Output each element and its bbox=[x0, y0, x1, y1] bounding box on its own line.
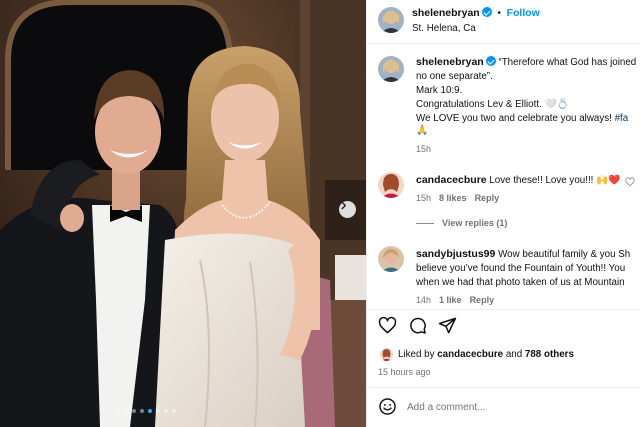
carousel-dot bbox=[164, 409, 168, 413]
carousel-dot bbox=[156, 409, 160, 413]
wedding-photo-image bbox=[0, 0, 366, 427]
comment-box-divider bbox=[367, 387, 640, 388]
view-replies-label: View replies (1) bbox=[442, 218, 508, 228]
comment-2-likes[interactable]: 1 like bbox=[439, 295, 462, 305]
carousel-dot bbox=[132, 409, 136, 413]
comment-1-meta: 15h 8 likes Reply bbox=[416, 192, 499, 205]
comment-1-username[interactable]: candacecbure bbox=[416, 174, 487, 186]
author-username[interactable]: shelenebryan bbox=[412, 7, 480, 19]
location-link[interactable]: St. Helena, Ca bbox=[412, 22, 476, 35]
commenter-avatar[interactable] bbox=[378, 246, 404, 272]
next-photo-button[interactable] bbox=[339, 201, 356, 218]
carousel-indicator bbox=[116, 409, 176, 413]
chevron-right-icon bbox=[341, 201, 347, 210]
carousel-dot bbox=[116, 409, 120, 413]
caption-text-6: 🙏 bbox=[416, 125, 429, 136]
caption-time: 15h bbox=[416, 144, 432, 154]
comment-1-time: 15h bbox=[416, 193, 432, 203]
commenter-avatar[interactable] bbox=[378, 172, 404, 198]
share-send-icon[interactable] bbox=[438, 316, 457, 335]
actions-divider bbox=[367, 309, 640, 310]
author-avatar[interactable] bbox=[378, 7, 404, 33]
view-replies-line bbox=[416, 223, 434, 225]
post-photo[interactable] bbox=[0, 0, 366, 427]
caption-text-2: no one separate”. bbox=[416, 71, 493, 82]
verified-badge-icon bbox=[481, 7, 492, 17]
add-comment-input[interactable] bbox=[407, 398, 627, 416]
comment-2-text-3: when we had that photo taken of us at Mo… bbox=[416, 277, 625, 288]
comment-2-text-1: Wow beautiful family & you Sh bbox=[498, 249, 631, 260]
likes-prefix: Liked by bbox=[398, 349, 438, 360]
header-name-row: shelenebryan • Follow bbox=[412, 7, 540, 20]
carousel-dot bbox=[148, 409, 152, 413]
comment-2-time: 14h bbox=[416, 295, 432, 305]
caption-hashtag[interactable]: #fa bbox=[615, 113, 629, 124]
view-replies-button[interactable]: View replies (1) bbox=[416, 217, 507, 230]
carousel-dot bbox=[172, 409, 176, 413]
follow-button[interactable]: Follow bbox=[507, 7, 540, 19]
caption-text-5: We LOVE you two and celebrate you always… bbox=[416, 113, 615, 124]
carousel-dot bbox=[140, 409, 144, 413]
separator-dot: • bbox=[497, 8, 501, 19]
comment-2-username[interactable]: sandybjustus99 bbox=[416, 248, 495, 260]
post-header: shelenebryan • Follow St. Helena, Ca bbox=[367, 0, 640, 44]
liker-avatar[interactable] bbox=[380, 348, 393, 361]
caption-username[interactable]: shelenebryan bbox=[416, 56, 484, 68]
carousel-dot bbox=[124, 409, 128, 413]
comment-bubble-icon[interactable] bbox=[408, 316, 427, 335]
likes-user[interactable]: candacecbure bbox=[437, 349, 503, 360]
caption-author-avatar[interactable] bbox=[378, 56, 404, 82]
caption-text-4: Congratulations Lev & Elliott. 🤍💍 bbox=[416, 99, 569, 110]
likes-others[interactable]: 788 others bbox=[525, 349, 574, 360]
verified-badge-icon bbox=[485, 56, 496, 66]
likes-middle: and bbox=[503, 349, 525, 360]
like-heart-icon[interactable] bbox=[378, 316, 397, 335]
caption-line-1: shelenebryan “Therefore what God has joi… bbox=[416, 56, 636, 69]
like-comment-heart-icon[interactable] bbox=[625, 177, 635, 187]
comment-2-text-2: believe you’ve found the Fountain of You… bbox=[416, 263, 626, 274]
caption-line-5: We LOVE you two and celebrate you always… bbox=[416, 112, 628, 125]
post-side-panel: shelenebryan • Follow St. Helena, Ca she… bbox=[366, 0, 640, 427]
comment-1-likes[interactable]: 8 likes bbox=[439, 193, 467, 203]
emoji-smiley-icon[interactable] bbox=[378, 397, 397, 416]
comment-2-reply-button[interactable]: Reply bbox=[470, 295, 495, 305]
comment-1-line: candacecbure Love these!! Love you!!! 🙌❤… bbox=[416, 174, 621, 187]
comment-2-meta: 14h 1 like Reply bbox=[416, 294, 494, 307]
comment-1-text: Love these!! Love you!!! 🙌❤️ bbox=[489, 175, 621, 186]
caption-text-1: “Therefore what God has joined bbox=[498, 57, 637, 68]
comment-2-line-1: sandybjustus99 Wow beautiful family & yo… bbox=[416, 248, 630, 261]
post-timestamp: 15 hours ago bbox=[378, 367, 431, 377]
likes-summary: Liked by candacecbure and 788 others bbox=[398, 348, 574, 361]
caption-text-3: Mark 10:9. bbox=[416, 85, 463, 96]
comment-1-reply-button[interactable]: Reply bbox=[475, 193, 500, 203]
